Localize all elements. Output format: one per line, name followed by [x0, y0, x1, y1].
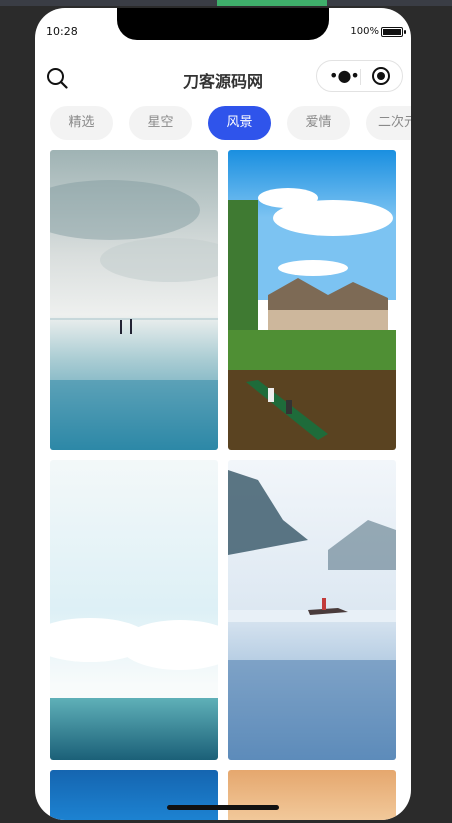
tab-jingxuan[interactable]: 精选	[50, 106, 113, 140]
tab-aiqing[interactable]: 爱情	[287, 106, 350, 140]
sunset-sky-image[interactable]	[228, 770, 396, 820]
beach-reflection-image[interactable]	[50, 150, 218, 450]
battery-percent: 100%	[350, 26, 379, 37]
thatched-village-boat-image[interactable]	[228, 150, 396, 450]
window-top-bar	[0, 0, 452, 6]
battery-icon	[381, 27, 406, 37]
wallpaper-grid	[50, 150, 396, 820]
phone-frame: 10:28 100% 刀客源码网 •●• 精选 星空 风景 爱情 二次元	[35, 8, 411, 820]
device-notch	[117, 8, 329, 40]
mini-program-capsule: •●•	[316, 60, 403, 92]
home-indicator	[167, 805, 279, 810]
target-circle-icon[interactable]	[372, 67, 390, 85]
tab-xingkong[interactable]: 星空	[129, 106, 192, 140]
status-time: 10:28	[46, 25, 78, 38]
tab-fengjing[interactable]: 风景	[208, 106, 271, 140]
window-tab-indicator	[217, 0, 327, 6]
sea-clouds-image[interactable]	[50, 460, 218, 760]
misty-lake-boat-image[interactable]	[228, 460, 396, 760]
capsule-divider	[360, 69, 361, 85]
navigation-bar: 刀客源码网 •●•	[35, 60, 411, 100]
more-dots-icon[interactable]: •●•	[329, 68, 360, 84]
category-tabs: 精选 星空 风景 爱情 二次元	[50, 106, 411, 140]
blue-sky-image[interactable]	[50, 770, 218, 820]
tab-erciyuan[interactable]: 二次元	[366, 106, 411, 140]
